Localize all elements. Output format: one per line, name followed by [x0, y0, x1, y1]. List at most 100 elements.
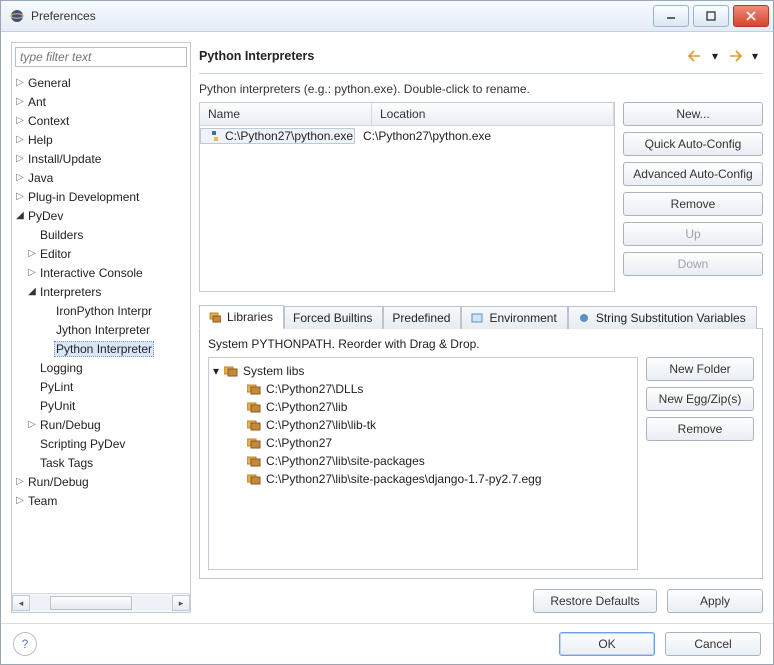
tree-item[interactable]: Builders	[14, 225, 188, 244]
expand-icon[interactable]: ▷	[14, 134, 26, 145]
restore-defaults-button[interactable]: Restore Defaults	[533, 589, 657, 613]
expand-icon[interactable]: ▷	[14, 191, 26, 202]
tab-libraries[interactable]: Libraries	[199, 305, 284, 329]
column-name[interactable]: Name	[200, 103, 372, 125]
tree-item[interactable]: ▷Context	[14, 111, 188, 130]
window-title: Preferences	[31, 9, 653, 23]
tree-item[interactable]: Python Interpreter	[14, 339, 188, 358]
scroll-left-icon[interactable]: ◂	[12, 595, 30, 611]
remove-lib-button[interactable]: Remove	[646, 417, 754, 441]
lib-path-item[interactable]: C:\Python27\DLLs	[213, 380, 633, 398]
tree-item[interactable]: Jython Interpreter	[14, 320, 188, 339]
preferences-tree[interactable]: ▷General▷Ant▷Context▷Help▷Install/Update…	[12, 71, 190, 593]
forward-button[interactable]	[727, 48, 743, 64]
lib-path-item[interactable]: C:\Python27\lib\lib-tk	[213, 416, 633, 434]
new-folder-button[interactable]: New Folder	[646, 357, 754, 381]
lib-path-item[interactable]: C:\Python27\lib\site-packages\django-1.7…	[213, 470, 633, 488]
lib-path-item[interactable]: C:\Python27	[213, 434, 633, 452]
tree-item-label: Java	[26, 170, 55, 186]
tree-item[interactable]: Task Tags	[14, 453, 188, 472]
filter-input[interactable]	[15, 47, 187, 67]
tab-predefined[interactable]: Predefined	[383, 306, 461, 329]
down-button[interactable]: Down	[623, 252, 763, 276]
libraries-tree[interactable]: ▾ System libs C:\Python27\DLLsC:\Python2…	[208, 357, 638, 570]
tree-item[interactable]: ▷Install/Update	[14, 149, 188, 168]
window-controls	[653, 5, 773, 27]
collapse-icon[interactable]: ◢	[26, 286, 38, 297]
tree-item[interactable]: ▷Java	[14, 168, 188, 187]
expand-icon[interactable]: ▷	[14, 476, 26, 487]
maximize-button[interactable]	[693, 5, 729, 27]
lib-path-label: C:\Python27\lib	[266, 400, 347, 414]
tree-item[interactable]: ▷General	[14, 73, 188, 92]
left-panel: ▷General▷Ant▷Context▷Help▷Install/Update…	[11, 42, 191, 613]
tree-item[interactable]: Logging	[14, 358, 188, 377]
tab-hint: System PYTHONPATH. Reorder with Drag & D…	[208, 337, 754, 351]
cancel-button[interactable]: Cancel	[665, 632, 761, 656]
forward-menu-icon[interactable]: ▾	[747, 48, 763, 64]
apply-button[interactable]: Apply	[667, 589, 763, 613]
ok-button[interactable]: OK	[559, 632, 655, 656]
tree-item[interactable]: ▷Ant	[14, 92, 188, 111]
tree-item-label: Plug-in Development	[26, 189, 141, 205]
tree-item[interactable]: ▷Editor	[14, 244, 188, 263]
expand-icon[interactable]: ▷	[26, 419, 38, 430]
tree-item[interactable]: ▷Run/Debug	[14, 415, 188, 434]
collapse-icon[interactable]: ◢	[14, 210, 26, 221]
folder-icon	[247, 400, 261, 414]
lib-path-label: C:\Python27\DLLs	[266, 382, 363, 396]
close-button[interactable]	[733, 5, 769, 27]
help-button[interactable]: ?	[13, 632, 37, 656]
tree-item[interactable]: PyUnit	[14, 396, 188, 415]
tab-environment[interactable]: Environment	[461, 306, 567, 329]
scroll-thumb[interactable]	[50, 596, 132, 610]
expand-icon[interactable]: ▷	[14, 172, 26, 183]
scroll-right-icon[interactable]: ▸	[172, 595, 190, 611]
new-button[interactable]: New...	[623, 102, 763, 126]
interpreters-table[interactable]: Name Location C:\Python27\python.exe C:\…	[199, 102, 615, 292]
tree-item[interactable]: Scripting PyDev	[14, 434, 188, 453]
tab-forced-builtins[interactable]: Forced Builtins	[284, 306, 383, 329]
quick-auto-config-button[interactable]: Quick Auto-Config	[623, 132, 763, 156]
interpreter-location: C:\Python27\python.exe	[355, 127, 614, 145]
tree-item[interactable]: ◢PyDev	[14, 206, 188, 225]
tree-item[interactable]: ▷Interactive Console	[14, 263, 188, 282]
lib-path-item[interactable]: C:\Python27\lib\site-packages	[213, 452, 633, 470]
dialog-body: ▷General▷Ant▷Context▷Help▷Install/Update…	[1, 32, 773, 623]
expand-icon[interactable]: ▷	[14, 96, 26, 107]
expand-icon[interactable]: ▷	[26, 267, 38, 278]
tree-item[interactable]: ▷Plug-in Development	[14, 187, 188, 206]
variable-icon	[577, 311, 591, 325]
expand-icon[interactable]: ▷	[14, 495, 26, 506]
preferences-window: Preferences ▷General▷Ant▷Context▷Help▷In…	[0, 0, 774, 665]
tree-item[interactable]: ▷Team	[14, 491, 188, 510]
tree-item-label: Logging	[38, 360, 85, 376]
lib-path-label: C:\Python27\lib\site-packages\django-1.7…	[266, 472, 542, 486]
lib-path-item[interactable]: C:\Python27\lib	[213, 398, 633, 416]
page-title: Python Interpreters	[199, 49, 683, 63]
expand-icon[interactable]: ▾	[213, 364, 219, 378]
tree-item[interactable]: ▷Run/Debug	[14, 472, 188, 491]
up-button[interactable]: Up	[623, 222, 763, 246]
table-row[interactable]: C:\Python27\python.exe C:\Python27\pytho…	[200, 126, 614, 146]
expand-icon[interactable]: ▷	[14, 153, 26, 164]
title-bar: Preferences	[1, 1, 773, 32]
tree-item[interactable]: IronPython Interpr	[14, 301, 188, 320]
expand-icon[interactable]: ▷	[14, 77, 26, 88]
remove-interpreter-button[interactable]: Remove	[623, 192, 763, 216]
expand-icon[interactable]: ▷	[26, 248, 38, 259]
advanced-auto-config-button[interactable]: Advanced Auto-Config	[623, 162, 763, 186]
tree-item[interactable]: ◢Interpreters	[14, 282, 188, 301]
tree-item[interactable]: PyLint	[14, 377, 188, 396]
tree-item-label: Task Tags	[38, 455, 95, 471]
tree-item-label: Scripting PyDev	[38, 436, 127, 452]
back-button[interactable]	[687, 48, 703, 64]
expand-icon[interactable]: ▷	[14, 115, 26, 126]
minimize-button[interactable]	[653, 5, 689, 27]
horizontal-scrollbar[interactable]: ◂ ▸	[12, 593, 190, 612]
tab-string-substitution[interactable]: String Substitution Variables	[568, 306, 757, 329]
back-menu-icon[interactable]: ▾	[707, 48, 723, 64]
column-location[interactable]: Location	[372, 103, 614, 125]
new-egg-zip-button[interactable]: New Egg/Zip(s)	[646, 387, 754, 411]
tree-item[interactable]: ▷Help	[14, 130, 188, 149]
